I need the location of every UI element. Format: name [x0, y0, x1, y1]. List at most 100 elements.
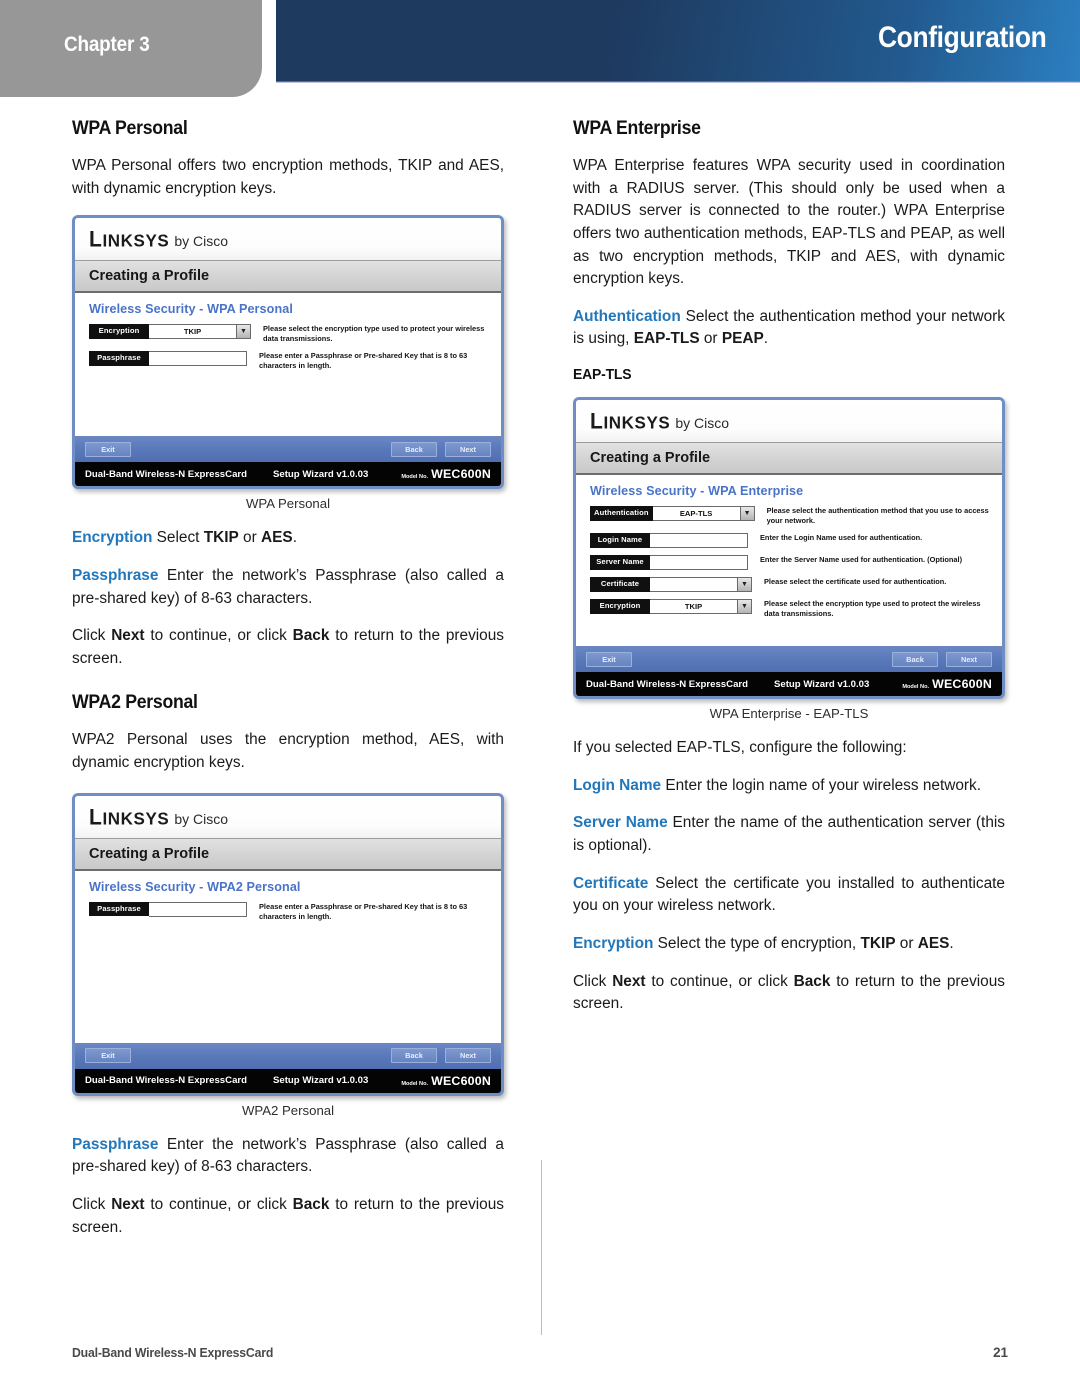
- heading-wpa-enterprise: WPA Enterprise: [573, 118, 701, 139]
- wizard-footer-version: Setup Wizard v1.0.03: [273, 468, 369, 480]
- field-row-authentication: Authentication EAP-TLS ▼ Please select t…: [590, 506, 990, 526]
- footer-document-title: Dual-Band Wireless-N ExpressCard: [72, 1345, 274, 1360]
- field-input-encryption[interactable]: TKIP: [650, 599, 738, 615]
- page-footer: Dual-Band Wireless-N ExpressCard 21: [72, 1345, 1008, 1360]
- term-authentication: Authentication: [573, 307, 681, 325]
- bold-next: Next: [612, 972, 646, 990]
- wizard-footer-product: Dual-Band Wireless-N ExpressCard: [85, 468, 247, 480]
- wizard-nav-bar: Exit Back Next: [75, 1042, 501, 1069]
- wizard-footer-model: WEC600N: [431, 467, 491, 482]
- text-login-name: Enter the login name of your wireless ne…: [661, 776, 982, 794]
- wizard-body-spacer: [89, 929, 489, 1037]
- figure-wpa2-personal: LINKSYS by Cisco Creating a Profile Wirel…: [72, 792, 504, 1118]
- brand-rest: INKSYS: [603, 412, 671, 433]
- linksys-logo: LINKSYS by Cisco: [75, 218, 501, 261]
- text-click-b: to continue, or click: [144, 1195, 293, 1213]
- wizard-footer-version: Setup Wizard v1.0.03: [273, 1075, 369, 1087]
- field-row-passphrase: Passphrase Please enter a Passphrase or …: [89, 351, 489, 371]
- page-title: Configuration: [877, 21, 1047, 54]
- field-input-certificate[interactable]: [650, 577, 738, 593]
- field-label-encryption: Encryption: [590, 599, 650, 614]
- figure-wpa-personal: LINKSYS by Cisco Creating a Profile Wirel…: [72, 215, 504, 511]
- next-button[interactable]: Next: [445, 441, 491, 457]
- paragraph-encryption-def: Encryption Select TKIP or AES.: [72, 527, 504, 550]
- paragraph-server-name-def: Server Name Enter the name of the authen…: [573, 812, 1005, 857]
- wizard-body: Wireless Security - WPA Personal Encrypt…: [75, 293, 501, 437]
- wizard-section-heading: Wireless Security - WPA Personal: [89, 302, 293, 317]
- chevron-down-icon[interactable]: ▼: [237, 324, 251, 340]
- paragraph-login-name-def: Login Name Enter the login name of your …: [573, 775, 1005, 798]
- term-encryption: Encryption: [72, 529, 153, 547]
- field-help-encryption: Please select the encryption type used t…: [764, 599, 981, 619]
- wizard-footer-model-group: Model No. WEC600N: [401, 467, 491, 481]
- field-row-server-name: Server Name Enter the Server Name used f…: [590, 555, 990, 571]
- text-encryption-b: or: [238, 529, 262, 547]
- wizard-footer-modelno-label: Model No.: [401, 1080, 429, 1087]
- linksys-logo: LINKSYS by Cisco: [576, 400, 1002, 443]
- wizard-section-heading: Wireless Security - WPA Enterprise: [590, 484, 804, 499]
- field-label-passphrase: Passphrase: [89, 901, 149, 917]
- field-input-authentication[interactable]: EAP-TLS: [652, 506, 741, 522]
- field-row-login-name: Login Name Enter the Login Name used for…: [590, 533, 990, 549]
- term-server-name: Server Name: [573, 814, 668, 832]
- paragraph-wpa-enterprise: WPA Enterprise features WPA security use…: [573, 157, 1005, 288]
- field-input-login-name[interactable]: [650, 533, 748, 549]
- page-header: Configuration Chapter 3: [0, 0, 1080, 97]
- wizard-title-bar: Creating a Profile: [75, 837, 501, 871]
- brand-wordmark: LINKSYS: [89, 805, 169, 830]
- chevron-down-icon[interactable]: ▼: [738, 577, 752, 593]
- wizard-nav-bar: Exit Back Next: [576, 646, 1002, 673]
- wizard-window-wpa2-personal: LINKSYS by Cisco Creating a Profile Wirel…: [72, 792, 504, 1096]
- chapter-tab: Chapter 3: [0, 0, 262, 97]
- brand-first-letter: L: [89, 805, 103, 830]
- paragraph-passphrase-def: Passphrase Enter the network’s Passphras…: [72, 565, 504, 610]
- bold-tkip: TKIP: [203, 529, 239, 547]
- text-encryption-a: Select: [152, 529, 204, 547]
- exit-button[interactable]: Exit: [85, 441, 131, 457]
- field-input-encryption[interactable]: TKIP: [149, 324, 237, 340]
- bold-next: Next: [111, 1195, 145, 1213]
- wizard-title-bar: Creating a Profile: [576, 442, 1002, 476]
- back-button[interactable]: Back: [391, 441, 437, 457]
- wizard-nav-bar: Exit Back Next: [75, 436, 501, 463]
- text-encryption-c: .: [949, 934, 954, 952]
- wizard-body: Wireless Security - WPA Enterprise Authe…: [576, 475, 1002, 647]
- wizard-window-wpa-personal: LINKSYS by Cisco Creating a Profile Wirel…: [72, 215, 504, 490]
- field-input-passphrase[interactable]: [149, 901, 247, 917]
- field-row-encryption: Encryption TKIP ▼ Please select the encr…: [590, 599, 990, 619]
- field-label-encryption: Encryption: [89, 324, 149, 339]
- field-help-encryption: Please select the encryption type used t…: [263, 324, 485, 344]
- back-button[interactable]: Back: [892, 651, 938, 667]
- bold-back: Back: [292, 627, 330, 645]
- field-input-passphrase[interactable]: [149, 351, 247, 367]
- text-encryption-c: .: [292, 529, 297, 547]
- next-button[interactable]: Next: [445, 1048, 491, 1064]
- next-button[interactable]: Next: [946, 651, 992, 667]
- field-help-login-name: Enter the Login Name used for authentica…: [760, 533, 923, 543]
- wizard-footer-model-group: Model No. WEC600N: [902, 677, 992, 691]
- exit-button[interactable]: Exit: [85, 1048, 131, 1064]
- field-label-login-name: Login Name: [590, 533, 650, 548]
- wizard-window-wpa-enterprise: LINKSYS by Cisco Creating a Profile Wirel…: [573, 397, 1005, 700]
- chevron-down-icon[interactable]: ▼: [738, 599, 752, 615]
- heading-eap-tls: EAP-TLS: [573, 366, 632, 384]
- wizard-footer-modelno-label: Model No.: [401, 474, 429, 481]
- term-certificate: Certificate: [573, 874, 649, 892]
- wizard-footer-modelno-label: Model No.: [902, 684, 930, 691]
- brand-rest: INKSYS: [102, 230, 170, 251]
- text-click-b: to continue, or click: [144, 627, 293, 645]
- wizard-footer-bar: Dual-Band Wireless-N ExpressCard Setup W…: [75, 462, 501, 487]
- field-help-passphrase: Please enter a Passphrase or Pre-shared …: [259, 901, 468, 921]
- paragraph-click-next-1: Click Next to continue, or click Back to…: [72, 625, 504, 670]
- paragraph-click-next-2: Click Next to continue, or click Back to…: [72, 1194, 504, 1239]
- exit-button[interactable]: Exit: [586, 651, 632, 667]
- brand-first-letter: L: [89, 227, 103, 252]
- wizard-body: Wireless Security - WPA2 Personal Passph…: [75, 870, 501, 1043]
- field-label-passphrase: Passphrase: [89, 351, 149, 366]
- field-input-server-name[interactable]: [650, 555, 748, 571]
- paragraph-wpa2-personal: WPA2 Personal uses the encryption method…: [72, 731, 504, 772]
- figure-caption-wpa2-personal: WPA2 Personal: [241, 1102, 335, 1118]
- field-help-server-name: Enter the Server Name used for authentic…: [760, 555, 963, 565]
- chevron-down-icon[interactable]: ▼: [740, 506, 755, 522]
- back-button[interactable]: Back: [391, 1048, 437, 1064]
